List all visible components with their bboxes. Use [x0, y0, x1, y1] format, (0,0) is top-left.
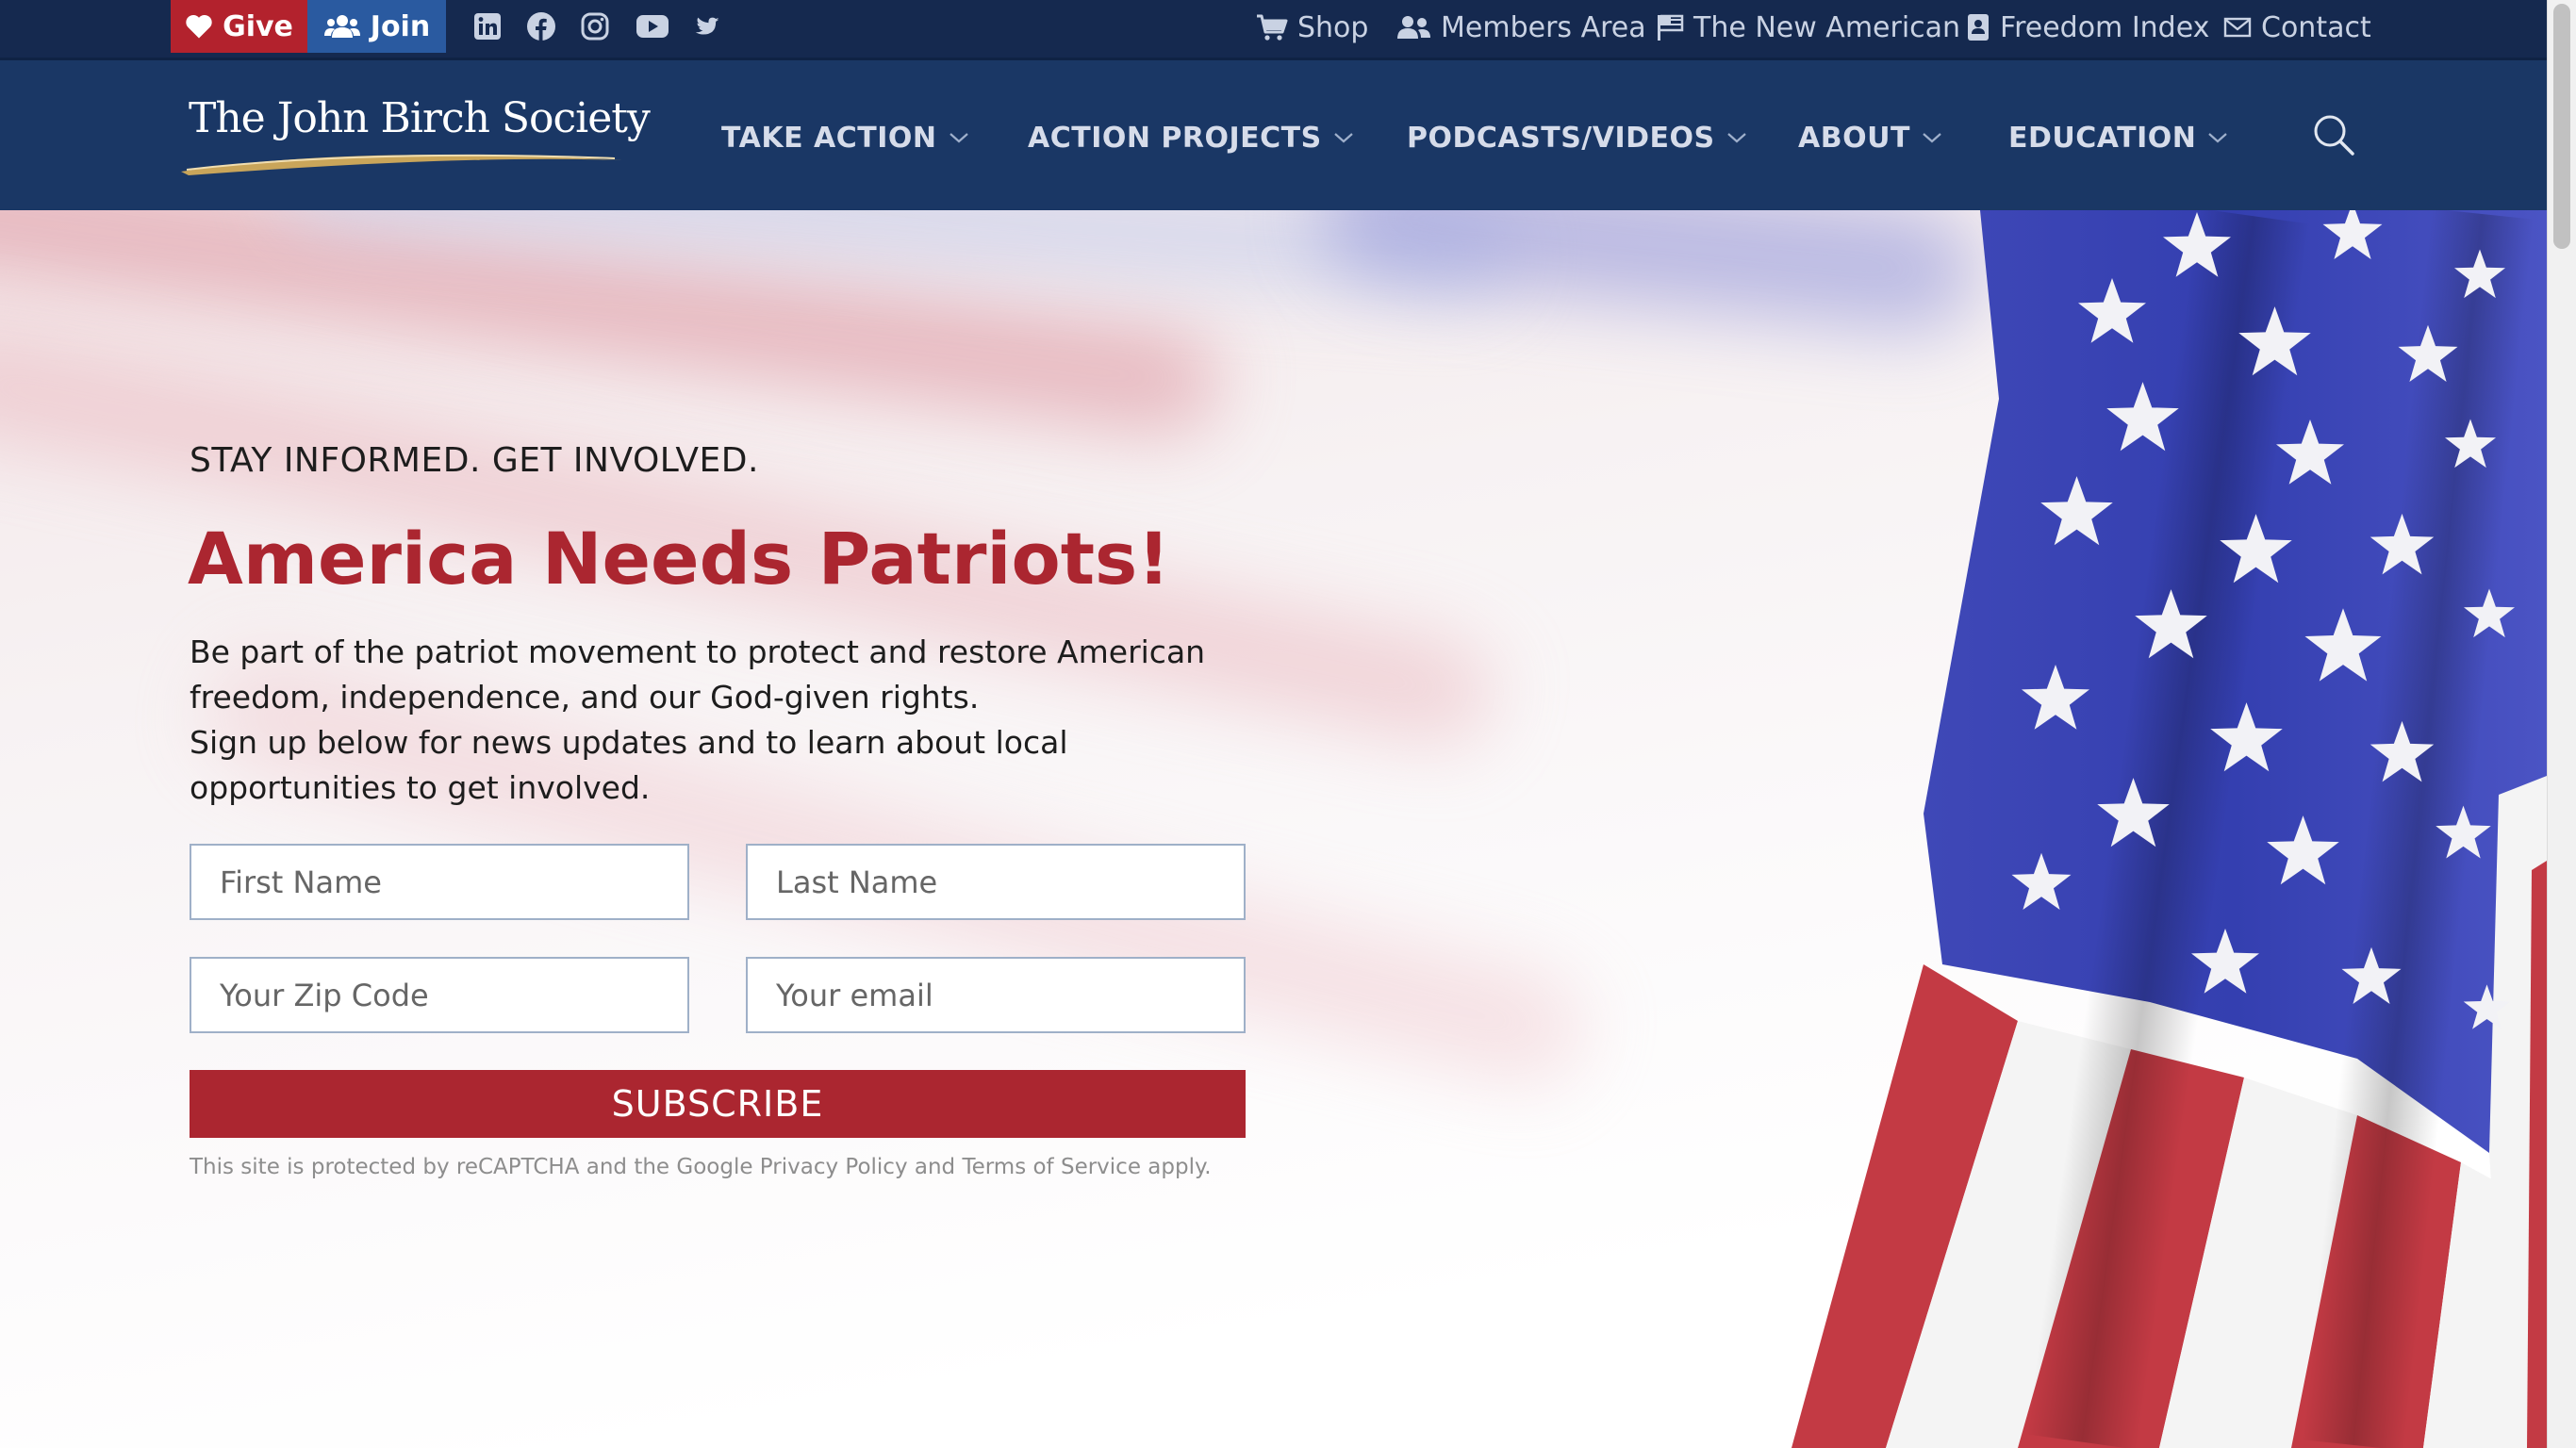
chevron-down-icon: [2208, 133, 2228, 143]
search-button[interactable]: [2310, 111, 2357, 158]
site-logo[interactable]: The John Birch Society: [179, 94, 651, 179]
utility-bar: Give Join Shop Members Area The New Amer…: [0, 0, 2547, 58]
hero-headline: America Needs Patriots!: [188, 517, 1170, 601]
logo-swoosh: [181, 154, 622, 175]
users-icon: [1397, 16, 1430, 39]
search-icon: [2314, 115, 2354, 156]
freedom-index-link[interactable]: Freedom Index: [1966, 0, 2209, 55]
freedom-index-label: Freedom Index: [2000, 10, 2210, 44]
cart-icon: [1257, 14, 1288, 41]
chevron-down-icon: [949, 133, 968, 143]
hero-intro: Be part of the patriot movement to prote…: [190, 630, 1274, 811]
members-area-link[interactable]: Members Area: [1395, 0, 1646, 55]
nav-education-label: EDUCATION: [2008, 121, 2197, 155]
first-name-input[interactable]: [190, 844, 689, 920]
index-book-icon: [1968, 14, 1989, 41]
nav-education[interactable]: EDUCATION: [2008, 113, 2228, 162]
nav-action-projects-label: ACTION PROJECTS: [1028, 121, 1322, 155]
shop-link[interactable]: Shop: [1256, 0, 1368, 55]
envelope-icon: [2223, 17, 2252, 38]
users-icon: [323, 15, 360, 38]
heart-icon: [186, 14, 212, 39]
american-flag-image: [1414, 210, 2547, 1448]
chevron-down-icon: [1923, 133, 1941, 143]
email-input[interactable]: [746, 957, 1246, 1033]
contact-label: Contact: [2261, 10, 2371, 44]
flag-icon: [1658, 14, 1684, 41]
nav-about-label: ABOUT: [1798, 121, 1910, 155]
the-new-american-link[interactable]: The New American: [1656, 0, 1960, 55]
recaptcha-notice: This site is protected by reCAPTCHA and …: [190, 1155, 1212, 1179]
instagram-icon[interactable]: [579, 10, 611, 42]
nav-action-projects[interactable]: ACTION PROJECTS: [1028, 113, 1354, 162]
intro-line-1: Be part of the patriot movement to prote…: [190, 634, 1206, 716]
join-label: Join: [370, 9, 431, 43]
page-scrollbar[interactable]: [2547, 0, 2576, 1448]
scrollbar-thumb[interactable]: [2553, 4, 2570, 249]
contact-link[interactable]: Contact: [2223, 0, 2371, 55]
facebook-icon[interactable]: [525, 10, 557, 42]
give-label: Give: [223, 9, 293, 43]
youtube-icon[interactable]: [635, 10, 670, 42]
hero-section: STAY INFORMED. GET INVOLVED. America Nee…: [0, 210, 2547, 1448]
shop-label: Shop: [1297, 10, 1369, 44]
the-new-american-label: The New American: [1693, 10, 1961, 44]
main-navigation: The John Birch Society TAKE ACTION ACTIO…: [0, 58, 2547, 210]
nav-take-action[interactable]: TAKE ACTION: [721, 113, 969, 162]
chevron-down-icon: [1726, 133, 1746, 143]
members-area-label: Members Area: [1441, 10, 1646, 44]
twitter-icon[interactable]: [692, 10, 724, 42]
nav-about[interactable]: ABOUT: [1798, 113, 1942, 162]
hero-kicker: STAY INFORMED. GET INVOLVED.: [190, 441, 759, 480]
subscribe-button[interactable]: SUBSCRIBE: [190, 1070, 1246, 1138]
nav-take-action-label: TAKE ACTION: [721, 121, 937, 155]
give-button[interactable]: Give: [171, 0, 307, 53]
nav-podcasts-videos[interactable]: PODCASTS/VIDEOS: [1407, 113, 1747, 162]
zip-code-input[interactable]: [190, 957, 689, 1033]
intro-line-2: Sign up below for news updates and to le…: [190, 724, 1068, 806]
join-button[interactable]: Join: [307, 0, 446, 53]
chevron-down-icon: [1334, 133, 1353, 143]
linkedin-icon[interactable]: [471, 10, 504, 42]
last-name-input[interactable]: [746, 844, 1246, 920]
nav-podcasts-videos-label: PODCASTS/VIDEOS: [1407, 121, 1715, 155]
